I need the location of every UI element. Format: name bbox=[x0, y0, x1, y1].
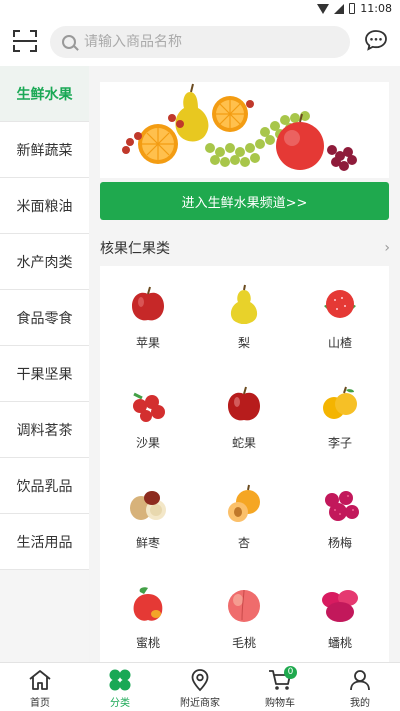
cart-count-badge: 0 bbox=[284, 666, 297, 679]
product-item-plum[interactable]: 李子 bbox=[292, 366, 388, 466]
scan-icon[interactable] bbox=[13, 30, 37, 52]
chevron-right-icon[interactable]: › bbox=[384, 240, 390, 256]
sidebar-item-daily-goods[interactable]: 生活用品 bbox=[0, 514, 89, 570]
message-icon[interactable] bbox=[364, 29, 388, 51]
tab-profile[interactable]: 我的 bbox=[320, 663, 400, 711]
product-item-apricot[interactable]: 杏 bbox=[196, 466, 292, 566]
sidebar-item-snacks[interactable]: 食品零食 bbox=[0, 290, 89, 346]
product-grid: 苹果 梨 山楂 沙果 蛇果 李子 鲜枣 杏 杨梅 蜜桃 毛桃 蟠桃 bbox=[100, 266, 389, 662]
sidebar-item-grain-oil[interactable]: 米面粮油 bbox=[0, 178, 89, 234]
fuzzy-peach-icon bbox=[224, 584, 264, 624]
user-icon bbox=[320, 668, 400, 692]
enter-fresh-fruit-channel-button[interactable]: 进入生鲜水果频道>> bbox=[100, 182, 389, 220]
search-bar[interactable] bbox=[50, 26, 350, 58]
signal-icon bbox=[334, 3, 345, 14]
category-icon bbox=[80, 668, 160, 692]
search-icon bbox=[62, 35, 76, 49]
status-time: 11:08 bbox=[360, 2, 392, 15]
pear-icon bbox=[224, 284, 264, 325]
product-item-pear[interactable]: 梨 bbox=[196, 266, 292, 366]
bottom-navigation: 首页 分类 附近商家 0 购物车 我的 bbox=[0, 662, 400, 711]
cart-icon bbox=[240, 668, 320, 692]
product-item-apple[interactable]: 苹果 bbox=[100, 266, 196, 366]
peach-icon bbox=[128, 584, 168, 624]
apricot-icon bbox=[224, 484, 264, 524]
sidebar-item-nuts[interactable]: 干果坚果 bbox=[0, 346, 89, 402]
sidebar-item-seafood-meat[interactable]: 水产肉类 bbox=[0, 234, 89, 290]
crabapple-icon bbox=[128, 384, 168, 424]
location-icon bbox=[160, 668, 240, 692]
red-apple-icon bbox=[224, 384, 264, 424]
category-sidebar: 生鲜水果 新鲜蔬菜 米面粮油 水产肉类 食品零食 干果坚果 调料茗茶 饮品乳品 … bbox=[0, 66, 89, 662]
bayberry-icon bbox=[320, 484, 360, 524]
product-item-peach[interactable]: 蜜桃 bbox=[100, 566, 196, 662]
jujube-icon bbox=[128, 484, 168, 524]
tab-cart[interactable]: 0 购物车 bbox=[240, 663, 320, 711]
top-header bbox=[0, 18, 400, 66]
hawthorn-icon bbox=[320, 284, 360, 324]
battery-icon bbox=[349, 3, 356, 14]
tab-category[interactable]: 分类 bbox=[80, 663, 160, 711]
product-item-bayberry[interactable]: 杨梅 bbox=[292, 466, 388, 566]
section-title: 核果仁果类 bbox=[100, 241, 170, 257]
tab-nearby-merchants[interactable]: 附近商家 bbox=[160, 663, 240, 711]
tab-home[interactable]: 首页 bbox=[0, 663, 80, 711]
product-item-crabapple[interactable]: 沙果 bbox=[100, 366, 196, 466]
product-item-red-apple[interactable]: 蛇果 bbox=[196, 366, 292, 466]
product-item-fuzzy-peach[interactable]: 毛桃 bbox=[196, 566, 292, 662]
product-item-hawthorn[interactable]: 山楂 bbox=[292, 266, 388, 366]
plum-icon bbox=[320, 384, 360, 424]
search-input[interactable] bbox=[84, 34, 324, 50]
wifi-icon bbox=[317, 3, 330, 14]
sidebar-item-vegetables[interactable]: 新鲜蔬菜 bbox=[0, 122, 89, 178]
home-icon bbox=[0, 668, 80, 692]
sidebar-item-fresh-fruit[interactable]: 生鲜水果 bbox=[0, 66, 89, 122]
apple-icon bbox=[128, 284, 168, 324]
category-content: 进入生鲜水果频道>> 核果仁果类 › 苹果 梨 山楂 沙果 蛇果 李子 鲜枣 杏… bbox=[89, 66, 400, 662]
fruit-banner-image[interactable] bbox=[100, 82, 389, 178]
product-item-flat-peach[interactable]: 蟠桃 bbox=[292, 566, 388, 662]
flat-peach-icon bbox=[320, 584, 360, 624]
product-item-jujube[interactable]: 鲜枣 bbox=[100, 466, 196, 566]
sidebar-item-seasoning-tea[interactable]: 调料茗茶 bbox=[0, 402, 89, 458]
status-bar: 11:08 bbox=[0, 0, 400, 18]
sidebar-item-drinks-dairy[interactable]: 饮品乳品 bbox=[0, 458, 89, 514]
